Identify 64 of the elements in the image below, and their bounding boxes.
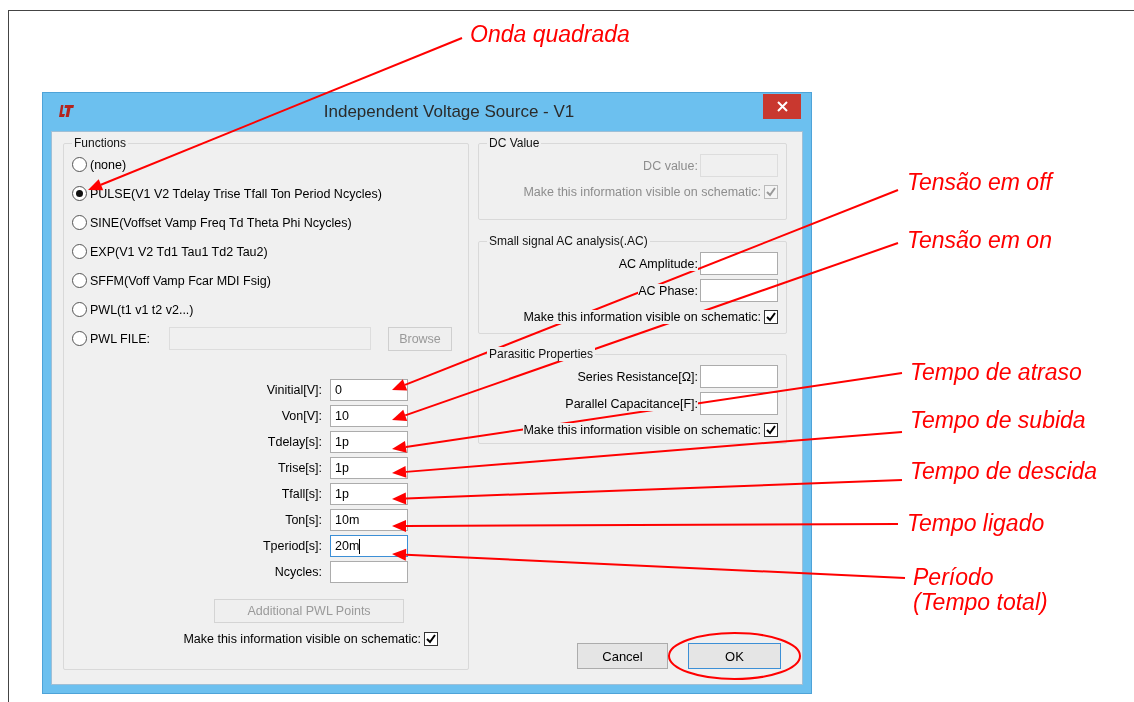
input-field[interactable]: 10m [330,509,408,531]
input-field[interactable]: 1p [330,431,408,453]
logo-icon [57,104,75,118]
annotation-label: Onda quadrada [470,22,630,47]
input-field[interactable]: 20m [330,535,408,557]
group-title: Functions [73,136,128,150]
checkbox-label: Make this information visible on schematic: [183,632,421,646]
dialog-button[interactable]: Cancel [577,643,668,669]
option-label[interactable]: SFFM(Voff Vamp Fcar MDI Fsig) [90,273,271,288]
option-label[interactable]: (none) [90,157,127,172]
radio-button[interactable] [72,331,87,346]
field-label: AC Phase: [638,283,698,298]
field-label: Ton[s]: [284,513,322,527]
dialog-button[interactable]: OK [688,643,781,669]
annotation-label: Tensão em off [907,170,1052,195]
checkbox[interactable] [764,423,778,437]
input-field[interactable] [700,279,778,302]
field-label: Tdelay[s]: [266,435,322,449]
field-label: DC value: [643,158,698,173]
field-label: Series Resistance[Ω]: [577,369,698,384]
annotation-label: Tempo de subida [910,408,1086,433]
radio-button[interactable] [72,215,87,230]
input-field[interactable] [700,392,778,415]
group-title: Small signal AC analysis(.AC) [487,234,650,248]
option-label[interactable]: EXP(V1 V2 Td1 Tau1 Td2 Tau2) [90,244,268,259]
annotation-label: Tempo de descida [910,459,1098,484]
input-field[interactable] [700,365,778,388]
field-label: Von[V]: [280,409,322,423]
checkbox-label: Make this information visible on schematic: [523,310,761,324]
window-title: Independent Voltage Source - V1 [322,102,576,122]
annotation-label: Tensão em on [907,228,1052,253]
annotation-label: Tempo ligado [907,511,1045,536]
input-field[interactable]: 1p [330,457,408,479]
field-label: AC Amplitude: [618,256,698,271]
field-label: Trise[s]: [277,461,322,475]
input-field[interactable]: 0 [330,379,408,401]
close-button[interactable] [763,94,801,119]
option-label[interactable]: SINE(Voffset Vamp Freq Td Theta Phi Ncycles) [90,215,352,230]
radio-button[interactable] [72,302,87,317]
annotation-label: Tempo de atraso [910,360,1082,385]
checkbox[interactable] [424,632,438,646]
input-field[interactable]: 1p [330,483,408,505]
checkbox[interactable] [764,310,778,324]
option-label[interactable]: PULSE(V1 V2 Tdelay Trise Tfall Ton Period Ncycles) [90,186,382,201]
input-field[interactable] [330,561,408,583]
field-label: Vinitial[V]: [265,383,322,397]
annotation-label: Período (Tempo total) [913,565,1048,615]
group-title: DC Value [487,136,542,150]
option-label[interactable]: PWL FILE: [90,331,150,346]
checkbox-label: Make this information visible on schematic: [523,185,761,199]
close-icon [776,101,788,112]
input-field[interactable] [700,252,778,275]
radio-button[interactable] [72,273,87,288]
option-label[interactable]: PWL(t1 v1 t2 v2...) [90,302,194,317]
radio-button[interactable] [72,157,87,172]
radio-button[interactable] [72,186,87,201]
field-label: Tperiod[s]: [261,539,322,553]
field-label: Parallel Capacitance[F]: [565,396,698,411]
radio-button[interactable] [72,244,87,259]
checkbox-label: Make this information visible on schematic: [523,423,761,437]
group-title: Parasitic Properties [487,347,596,361]
field-label: Ncycles: [273,565,322,579]
field-label: Tfall[s]: [280,487,322,501]
input-field[interactable]: 10 [330,405,408,427]
